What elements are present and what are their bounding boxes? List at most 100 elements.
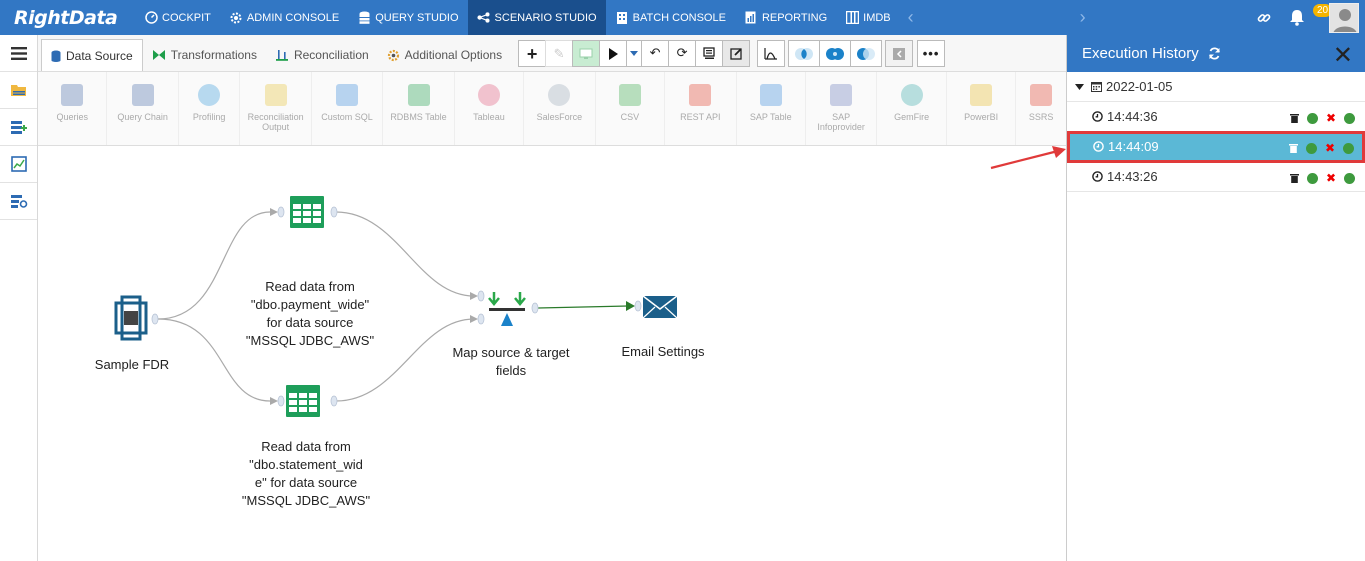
ribbon-reconciliation-output[interactable]: Reconciliation Output [240,72,312,145]
sidebar-dashboard[interactable] [0,146,37,183]
nav-reporting[interactable]: REPORTING [735,0,836,35]
more-options-button[interactable]: ••• [917,40,946,67]
menu-icon [10,46,27,60]
ribbon-sap-infoprovider[interactable]: SAP Infoprovider [806,72,878,145]
history-date: 2022-01-05 [1106,79,1173,94]
preview-button[interactable] [572,40,601,67]
run-options-dropdown[interactable] [626,40,643,67]
ribbon-label: SSRS [1028,112,1054,122]
status-dot [1344,113,1355,124]
close-icon[interactable]: ✕ [1333,41,1353,69]
undo-button[interactable]: ↶ [641,40,670,67]
collapse-left-icon [893,47,906,60]
monitor-icon [579,48,593,59]
ribbon-ssrs[interactable]: SSRS [1016,72,1066,145]
rdbms-table-icon [407,84,430,106]
chevron-left-icon[interactable]: ‹ [900,7,922,28]
history-button[interactable]: ⟳ [668,40,697,67]
notifications-bell[interactable]: 20 [1289,3,1333,33]
label-line: Map source & target [452,345,570,360]
ribbon-label: Reconciliation Output [247,112,304,132]
tab-reconciliation[interactable]: Reconciliation [266,39,378,71]
cancel-x-icon[interactable]: ✖ [1326,172,1336,184]
nav-admin-console[interactable]: ADMIN CONSOLE [220,0,348,35]
status-dot [1306,113,1318,124]
tab-transformations[interactable]: Transformations [143,39,266,71]
ribbon-label: REST API [680,112,721,122]
read-table-node-icon[interactable] [286,385,320,417]
join-inner-button[interactable] [788,40,821,67]
ribbon-label: CSV [620,112,640,122]
nav-cockpit[interactable]: COCKPIT [135,0,220,35]
ribbon-tableau[interactable]: Tableau [455,72,525,145]
app-logo[interactable]: RightData [0,7,135,29]
nav-query-studio[interactable]: QUERY STUDIO [348,0,467,35]
clock-icon [1092,111,1103,122]
trash-icon[interactable] [1289,171,1299,186]
history-run-row[interactable]: 14:44:36 ✖ [1067,102,1365,132]
ribbon-salesforce[interactable]: SalesForce [524,72,596,145]
hamburger-menu-button[interactable] [0,35,37,72]
join-left-button[interactable] [850,40,883,67]
edit-mode-toggle[interactable] [722,40,751,67]
sample-fdr-node-icon[interactable] [114,295,148,341]
label-line: Read data from [265,279,355,294]
calendar-icon [1091,82,1102,92]
sap-infoprovider-icon [830,84,853,106]
trash-icon[interactable] [1288,141,1298,156]
columns-icon [845,11,859,25]
ribbon-rest-api[interactable]: REST API [665,72,737,145]
run-button[interactable] [599,40,628,67]
status-dot [1306,173,1318,184]
node-label-email-settings: Email Settings [621,344,705,359]
refresh-icon[interactable] [1208,47,1221,60]
tab-additional-options[interactable]: Additional Options [378,39,511,71]
nav-imdb[interactable]: IMDB [836,0,900,35]
status-dot [1305,143,1317,154]
sap-table-icon [759,84,782,106]
layout-settings-icon [10,195,27,208]
ribbon-profiling[interactable]: Profiling [179,72,241,145]
cancel-x-icon[interactable]: ✖ [1325,142,1335,154]
cancel-x-icon[interactable]: ✖ [1326,112,1336,124]
ribbon-sap-table[interactable]: SAP Table [737,72,806,145]
join-full-button[interactable] [819,40,852,67]
email-node-icon[interactable] [642,295,678,319]
sidebar-add-scenario[interactable] [0,109,37,146]
distribution-button[interactable] [757,40,786,67]
map-fields-node-icon[interactable] [488,292,526,326]
trash-icon[interactable] [1289,111,1299,126]
export-button[interactable] [695,40,724,67]
sidebar-settings-layout[interactable] [0,183,37,220]
user-avatar[interactable] [1329,2,1359,33]
building-icon [615,11,629,25]
arrowhead [270,208,278,216]
sidebar-open-folder[interactable] [0,72,37,109]
ribbon-custom-sql[interactable]: Custom SQL [312,72,384,145]
chevron-right-icon[interactable]: › [1072,7,1094,28]
collapse-panel-button[interactable] [885,40,914,67]
read-table-node-icon[interactable] [290,196,324,228]
label-line: fields [495,363,527,378]
nav-scenario-studio[interactable]: SCENARIO STUDIO [467,0,606,35]
scenario-canvas[interactable]: Sample FDR Read data from "dbo.payment_w… [38,146,1066,561]
tableau-icon [477,84,500,106]
ribbon-query-chain[interactable]: Query Chain [107,72,179,145]
csv-icon [618,84,641,106]
ribbon-gemfire[interactable]: GemFire [877,72,947,145]
ribbon-label: SAP Infoprovider [817,112,865,132]
edit-button[interactable]: ✎ [545,40,574,67]
ribbon-csv[interactable]: CSV [596,72,666,145]
history-date-group[interactable]: 2022-01-05 [1067,72,1365,102]
history-run-row[interactable]: 14:43:26 ✖ [1067,162,1365,192]
tab-data-source[interactable]: Data Source [41,39,143,71]
link-icon[interactable] [1257,11,1271,25]
add-button[interactable]: + [518,40,547,67]
panel-title: Execution History [1082,45,1199,62]
nav-batch-console[interactable]: BATCH CONSOLE [606,0,735,35]
ribbon-powerbi[interactable]: PowerBI [947,72,1017,145]
ribbon-rdbms-table[interactable]: RDBMS Table [383,72,455,145]
arrowhead [626,301,635,311]
ribbon-queries[interactable]: Queries [38,72,108,145]
history-run-row-selected[interactable]: 14:44:09 ✖ [1067,131,1365,163]
